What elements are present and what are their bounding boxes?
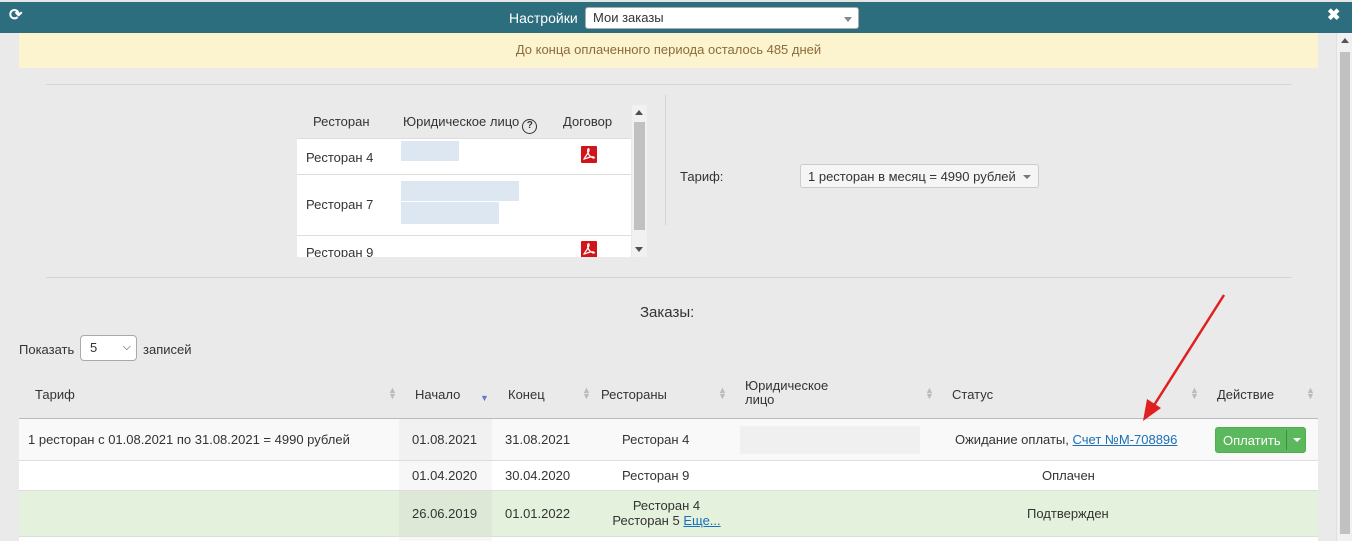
restaurant-line: Ресторан 5 — [612, 513, 680, 528]
order-restaurants: Ресторан 9 — [622, 468, 690, 483]
scroll-thumb[interactable] — [1340, 52, 1350, 534]
order-tariff: 1 ресторан с 01.08.2021 по 31.08.2021 = … — [28, 432, 350, 447]
pdf-icon[interactable] — [581, 241, 597, 257]
table-row: 26.06.2019 01.01.2022 Ресторан 4 Рестора… — [19, 491, 1318, 537]
order-start: 01.04.2020 — [412, 468, 478, 483]
column-header-status[interactable]: Статус — [952, 387, 993, 402]
column-header-legal-entity-label: Юридическое лицо — [403, 114, 520, 129]
top-bar: ⟳ Настройки Мои заказы ✖ — [0, 0, 1352, 33]
table-row: 1 ресторан с 01.08.2021 по 31.08.2021 = … — [19, 419, 1318, 461]
invoice-link[interactable]: Счет №M-708896 — [1073, 432, 1178, 447]
tariff-select[interactable]: 1 ресторан в месяц = 4990 рублей — [800, 164, 1039, 188]
table-row: 01.04.2020 30.04.2020 Ресторан 9 Оплачен — [19, 461, 1318, 491]
more-restaurants-link[interactable]: Еще... — [683, 513, 720, 528]
pay-button[interactable]: Оплатить — [1215, 427, 1306, 453]
order-start: 01.08.2021 — [412, 432, 478, 447]
column-header-contract: Договор — [563, 114, 613, 129]
sort-icon[interactable]: ▲ ▼ — [388, 386, 397, 401]
restaurant-line: Ресторан 4 — [632, 498, 701, 513]
order-start: 26.06.2019 — [412, 506, 478, 521]
redacted-legal-entity — [740, 426, 920, 454]
scroll-thumb[interactable] — [634, 122, 645, 230]
sort-icon[interactable]: ▲ ▼ — [925, 386, 934, 401]
caret-down-icon[interactable] — [1293, 438, 1301, 442]
pdf-icon[interactable] — [581, 146, 597, 163]
order-end: 01.01.2022 — [505, 506, 571, 521]
order-status-text: Ожидание оплаты, — [955, 432, 1069, 447]
close-icon[interactable]: ✖ — [1327, 7, 1341, 25]
column-header-restaurant: Ресторан — [313, 114, 370, 129]
main-content: До конца оплаченного периода осталось 48… — [0, 33, 1336, 541]
column-header-legal-entity[interactable]: Юридическое лицо — [745, 379, 828, 407]
help-icon[interactable]: ? — [522, 119, 538, 134]
order-restaurants: Ресторан 4 Ресторан 5 Еще... — [599, 498, 734, 528]
entries-label: записей — [143, 342, 192, 357]
restaurants-table-body: Ресторан 4 Ресторан 7 Ресторан 9 — [297, 138, 631, 257]
settings-select-value: Мои заказы — [593, 10, 664, 25]
scroll-up-icon[interactable] — [1341, 38, 1349, 43]
restaurants-table-header: Ресторан Юридическое лицо? Договор — [297, 105, 631, 137]
restaurant-name: Ресторан 9 — [306, 245, 374, 257]
sorted-column-bg — [399, 537, 492, 541]
sort-icon[interactable]: ▲ ▼ — [582, 386, 591, 401]
restaurant-name: Ресторан 7 — [306, 197, 374, 212]
subscription-banner: До конца оплаченного периода осталось 48… — [19, 33, 1318, 68]
page-size-select[interactable]: 5 ⌵ — [80, 335, 137, 361]
order-status: Ожидание оплаты, Счет №M-708896 — [955, 432, 1177, 447]
button-divider — [1286, 430, 1287, 450]
order-status: Подтвержден — [1027, 506, 1109, 521]
column-header-tariff[interactable]: Тариф — [35, 387, 75, 402]
redacted-legal-entity — [401, 202, 499, 224]
table-row: Ресторан 7 — [297, 174, 631, 235]
tariff-label: Тариф: — [680, 169, 724, 184]
column-header-start[interactable]: Начало — [415, 387, 460, 402]
vertical-divider — [665, 95, 666, 225]
table-row: Ресторан 9 — [297, 235, 631, 257]
settings-select[interactable]: Мои заказы — [585, 7, 859, 29]
order-end: 31.08.2021 — [505, 432, 571, 447]
refresh-icon[interactable]: ⟳ — [9, 7, 27, 25]
caret-down-icon — [1023, 175, 1031, 179]
legal-entity-header-line2: лицо — [745, 392, 775, 407]
settings-label: Настройки — [509, 10, 578, 26]
column-header-legal-entity: Юридическое лицо? — [403, 114, 538, 134]
page-size-value: 5 — [90, 340, 98, 355]
sort-icon[interactable]: ▲ ▼ — [718, 386, 727, 401]
orders-table-header: Тариф ▲ ▼ Начало ▼ Конец ▲ ▼ Рестораны ▲ ▼ … — [19, 373, 1318, 419]
table-row: Ресторан 4 — [297, 138, 631, 174]
pay-button-label: Оплатить — [1223, 433, 1281, 448]
column-header-restaurants[interactable]: Рестораны — [601, 387, 667, 402]
restaurants-table: Ресторан Юридическое лицо? Договор Ресто… — [297, 105, 647, 257]
orders-title: Заказы: — [640, 304, 695, 321]
order-status: Оплачен — [1042, 468, 1095, 483]
sort-icon[interactable]: ▲ ▼ — [1306, 386, 1315, 401]
divider — [46, 277, 1292, 278]
chevron-down-icon: ⌵ — [122, 341, 131, 353]
sort-desc-icon[interactable]: ▼ — [480, 393, 489, 403]
redacted-legal-entity — [401, 141, 459, 161]
page-scrollbar[interactable] — [1336, 33, 1352, 541]
restaurants-table-scrollbar[interactable] — [632, 105, 647, 257]
scroll-down-icon[interactable] — [635, 247, 643, 252]
annotation-arrow — [1143, 294, 1226, 421]
order-restaurants: Ресторан 4 — [622, 432, 690, 447]
legal-entity-header-line1: Юридическое — [745, 378, 829, 393]
order-end: 30.04.2020 — [505, 468, 571, 483]
scroll-up-icon[interactable] — [635, 110, 643, 115]
caret-down-icon — [844, 17, 852, 22]
redacted-legal-entity — [401, 181, 519, 201]
restaurant-name: Ресторан 4 — [306, 150, 374, 165]
table-row — [19, 537, 1318, 541]
show-label: Показать — [19, 342, 75, 357]
tariff-select-value: 1 ресторан в месяц = 4990 рублей — [808, 169, 1016, 184]
column-header-end[interactable]: Конец — [508, 387, 545, 402]
divider — [46, 84, 1292, 85]
